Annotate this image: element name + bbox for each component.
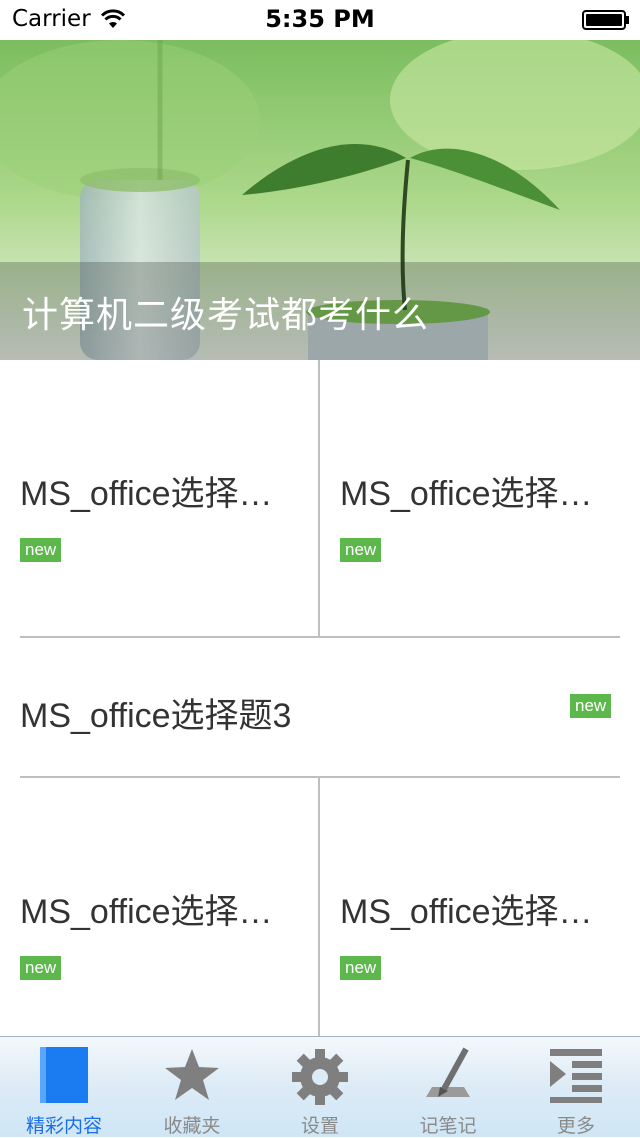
tab-bar: 精彩内容 收藏夹 设置 记笔记 更多	[0, 1036, 640, 1137]
article-grid: MS_office选择… new MS_office选择… new MS_off…	[0, 360, 640, 1036]
list-item[interactable]: MS_office选择题3 new	[0, 638, 640, 776]
pen-icon	[426, 1047, 470, 1097]
new-badge: new	[570, 694, 612, 718]
new-badge: new	[340, 538, 382, 562]
banner-carousel[interactable]: 计算机二级考试都考什么	[0, 40, 640, 360]
item-title: MS_office选择…	[20, 893, 273, 931]
item-title: MS_office选择…	[340, 475, 593, 513]
tab-label: 更多	[556, 1115, 595, 1137]
clock: 5:35 PM	[265, 5, 375, 33]
battery-icon	[582, 10, 629, 30]
tab-label: 记笔记	[419, 1115, 477, 1137]
banner-title: 计算机二级考试都考什么	[22, 295, 430, 336]
star-icon	[165, 1049, 219, 1100]
tab-label: 收藏夹	[163, 1115, 221, 1137]
tab-notes[interactable]: 记笔记	[384, 1037, 512, 1137]
tab-settings[interactable]: 设置	[256, 1037, 384, 1137]
tab-favorites[interactable]: 收藏夹	[128, 1037, 256, 1137]
new-badge: new	[20, 956, 62, 980]
list-item[interactable]: MS_office选择… new	[0, 778, 318, 1036]
gear-icon	[292, 1049, 348, 1105]
grid-divider	[318, 360, 320, 636]
list-item[interactable]: MS_office选择… new	[320, 360, 640, 636]
new-badge: new	[340, 956, 382, 980]
tab-label: 设置	[300, 1115, 339, 1137]
item-title: MS_office选择…	[20, 475, 273, 513]
item-title: MS_office选择…	[340, 893, 593, 931]
tab-more[interactable]: 更多	[512, 1037, 640, 1137]
grid-divider	[318, 778, 320, 1036]
more-list-icon	[550, 1049, 602, 1103]
list-item[interactable]: MS_office选择… new	[0, 360, 318, 636]
tab-featured[interactable]: 精彩内容	[0, 1037, 128, 1137]
status-bar: Carrier 5:35 PM	[0, 0, 640, 40]
new-badge: new	[20, 538, 62, 562]
item-title: MS_office选择题3	[20, 697, 292, 735]
featured-icon	[40, 1047, 88, 1103]
tab-label: 精彩内容	[25, 1115, 102, 1137]
list-item[interactable]: MS_office选择… new	[320, 778, 640, 1036]
